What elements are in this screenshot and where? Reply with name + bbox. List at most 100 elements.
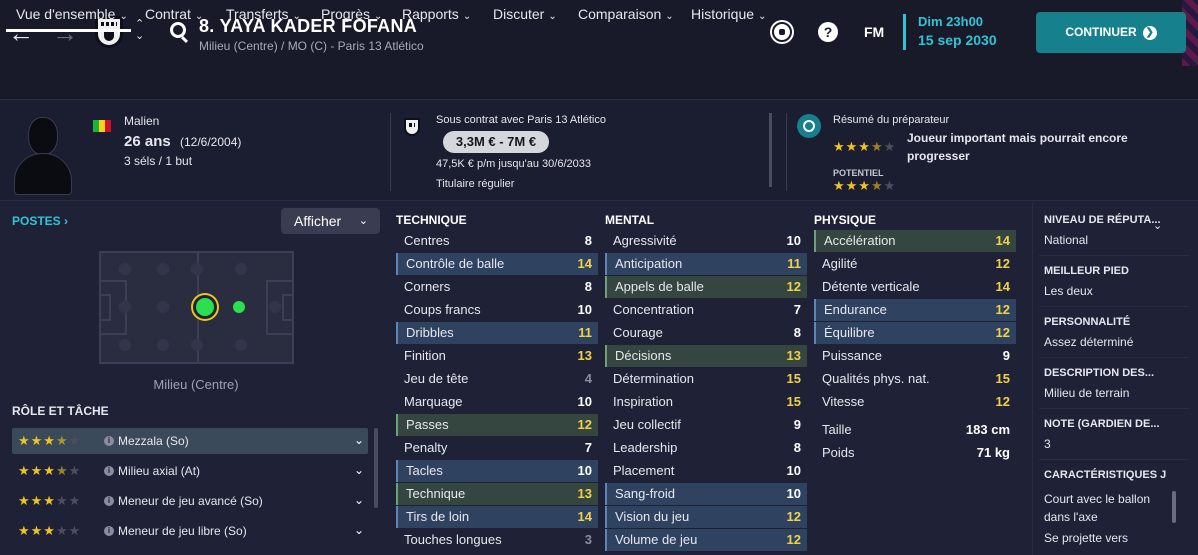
tab-reports[interactable]: Rapports ⌄: [402, 6, 471, 22]
attribute-row[interactable]: Centres 8: [396, 230, 598, 252]
attribute-row[interactable]: Puissance 9: [814, 345, 1016, 367]
attribute-row[interactable]: Jeu collectif 9: [605, 414, 807, 436]
chevron-down-icon[interactable]: ⌄: [354, 463, 364, 477]
attribute-name: Concentration: [613, 302, 694, 317]
attribute-row[interactable]: Tirs de loin 14: [396, 506, 598, 528]
scout-search-icon[interactable]: [797, 114, 821, 138]
chevron-down-icon[interactable]: ⌄: [354, 493, 364, 507]
attribute-row[interactable]: Technique 13: [396, 483, 598, 505]
tab-discuss[interactable]: Discuter ⌄: [493, 6, 557, 22]
attribute-value: 12: [786, 532, 801, 547]
continue-button[interactable]: CONTINUER ❯: [1036, 12, 1186, 53]
role-row[interactable]: ★★★★★ i Meneur de jeu avancé (So) ⌄: [12, 488, 368, 514]
attribute-row[interactable]: Détermination 15: [605, 368, 807, 390]
attribute-row[interactable]: Leadership 8: [605, 437, 807, 459]
measure-value: 71 kg: [976, 445, 1010, 460]
attribute-row[interactable]: Courage 8: [605, 322, 807, 344]
scout-title: Résumé du préparateur: [833, 114, 950, 126]
help-icon[interactable]: ?: [818, 22, 838, 42]
attribute-value: 14: [577, 256, 592, 271]
attribute-name: Décisions: [615, 348, 672, 363]
attribute-value: 9: [1002, 348, 1010, 363]
goalkeeper-note-header: NOTE (GARDIEN DE...: [1044, 418, 1160, 430]
player-subtitle: Milieu (Centre) / MO (C) - Paris 13 Atlé…: [199, 39, 424, 53]
attribute-row[interactable]: Équilibre 12: [814, 322, 1016, 344]
attribute-row[interactable]: Volume de jeu 12: [605, 529, 807, 551]
potential-label: POTENTIEL: [833, 168, 884, 178]
role-row[interactable]: ★★★★★ i Mezzala (So) ⌄: [12, 428, 368, 454]
info-icon[interactable]: i: [104, 436, 114, 446]
attribute-row[interactable]: Décisions 13: [605, 345, 807, 367]
right-info-panel: NIVEAU DE RÉPUTA... ⌄ National MEILLEUR …: [1032, 203, 1198, 555]
scrollbar[interactable]: [769, 113, 772, 187]
role-stars: ★★★★★: [18, 433, 82, 448]
attribute-row[interactable]: Endurance 12: [814, 299, 1016, 321]
chevron-down-icon[interactable]: ⌄: [354, 523, 364, 537]
tab-contract[interactable]: Contrat ⌄: [145, 6, 203, 22]
attribute-row[interactable]: Jeu de tête 4: [396, 368, 598, 390]
attribute-row[interactable]: Penalty 7: [396, 437, 598, 459]
info-icon[interactable]: i: [104, 496, 114, 506]
tab-progress[interactable]: Progrès ⌄: [321, 6, 382, 22]
attribute-row[interactable]: Passes 12: [396, 414, 598, 436]
attribute-row[interactable]: Touches longues 3: [396, 529, 598, 551]
attribute-row[interactable]: Contrôle de balle 14: [396, 253, 598, 275]
back-arrow-icon[interactable]: ←: [8, 18, 34, 48]
attribute-row[interactable]: Finition 13: [396, 345, 598, 367]
chevron-up-down-icon[interactable]: ⌃ ⌄: [135, 18, 144, 42]
info-icon[interactable]: i: [104, 466, 114, 476]
tab-history[interactable]: Historique ⌄: [691, 6, 766, 22]
attribute-name: Anticipation: [615, 256, 683, 271]
attribute-row[interactable]: Vitesse 12: [814, 391, 1016, 413]
role-row[interactable]: ★★★★★ i Milieu axial (At) ⌄: [12, 458, 368, 484]
value-badge[interactable]: 3,3M € - 7M €: [443, 131, 549, 153]
attribute-row[interactable]: Agressivité 10: [605, 230, 807, 252]
chevron-down-icon[interactable]: ⌄: [1153, 219, 1162, 232]
roles-scrollbar[interactable]: [374, 428, 378, 508]
divider: [1039, 408, 1189, 409]
attribute-value: 14: [995, 279, 1010, 294]
attribute-row[interactable]: Inspiration 15: [605, 391, 807, 413]
tab-label: Discuter: [493, 6, 545, 22]
role-row[interactable]: ★★★★★ i Meneur de jeu libre (So) ⌄: [12, 518, 368, 544]
attribute-row[interactable]: Coups francs 10: [396, 299, 598, 321]
attribute-name: Jeu de tête: [404, 371, 469, 386]
positions-link[interactable]: POSTES ›: [12, 214, 68, 228]
attribute-row[interactable]: Détente verticale 14: [814, 276, 1016, 298]
attribute-row[interactable]: Concentration 7: [605, 299, 807, 321]
search-icon[interactable]: [170, 22, 186, 38]
physique-header: PHYSIQUE: [814, 213, 877, 227]
tab-label: Contrat: [145, 6, 191, 22]
tab-overview[interactable]: Vue d'ensemble ⌄: [16, 6, 128, 22]
attribute-row[interactable]: Accélération 14: [814, 230, 1016, 252]
attribute-row[interactable]: Dribbles 11: [396, 322, 598, 344]
attribute-name: Technique: [406, 486, 466, 501]
chevron-down-icon[interactable]: ⌄: [354, 433, 364, 447]
attribute-row[interactable]: Qualités phys. nat. 15: [814, 368, 1016, 390]
forward-arrow-icon[interactable]: →: [52, 18, 78, 48]
attribute-row[interactable]: Appels de balle 12: [605, 276, 807, 298]
attribute-name: Tirs de loin: [406, 509, 470, 524]
ball-icon[interactable]: [772, 22, 792, 42]
show-dropdown[interactable]: Afficher ⌄: [281, 208, 380, 234]
traits-scrollbar[interactable]: [1172, 491, 1176, 523]
attribute-row[interactable]: Sang-froid 10: [605, 483, 807, 505]
attribute-value: 12: [995, 256, 1010, 271]
attribute-row[interactable]: Agilité 12: [814, 253, 1016, 275]
attribute-name: Vision du jeu: [615, 509, 690, 524]
attribute-row[interactable]: Marquage 10: [396, 391, 598, 413]
info-icon[interactable]: i: [104, 526, 114, 536]
player-age: 26 ans: [124, 133, 171, 150]
attribute-name: Placement: [613, 463, 675, 478]
tab-transfers[interactable]: Transferts ⌄: [226, 6, 301, 22]
tab-label: Comparaison: [578, 6, 662, 22]
tab-comparison[interactable]: Comparaison ⌄: [578, 6, 674, 22]
attribute-row[interactable]: Placement 10: [605, 460, 807, 482]
attribute-row[interactable]: Corners 8: [396, 276, 598, 298]
tab-bar: [0, 66, 1198, 100]
fm-logo-icon[interactable]: FM: [864, 24, 884, 40]
wage-line: 47,5K € p/m jusqu'au 30/6/2033: [436, 158, 591, 170]
attribute-row[interactable]: Tacles 10: [396, 460, 598, 482]
attribute-row[interactable]: Vision du jeu 12: [605, 506, 807, 528]
attribute-row[interactable]: Anticipation 11: [605, 253, 807, 275]
